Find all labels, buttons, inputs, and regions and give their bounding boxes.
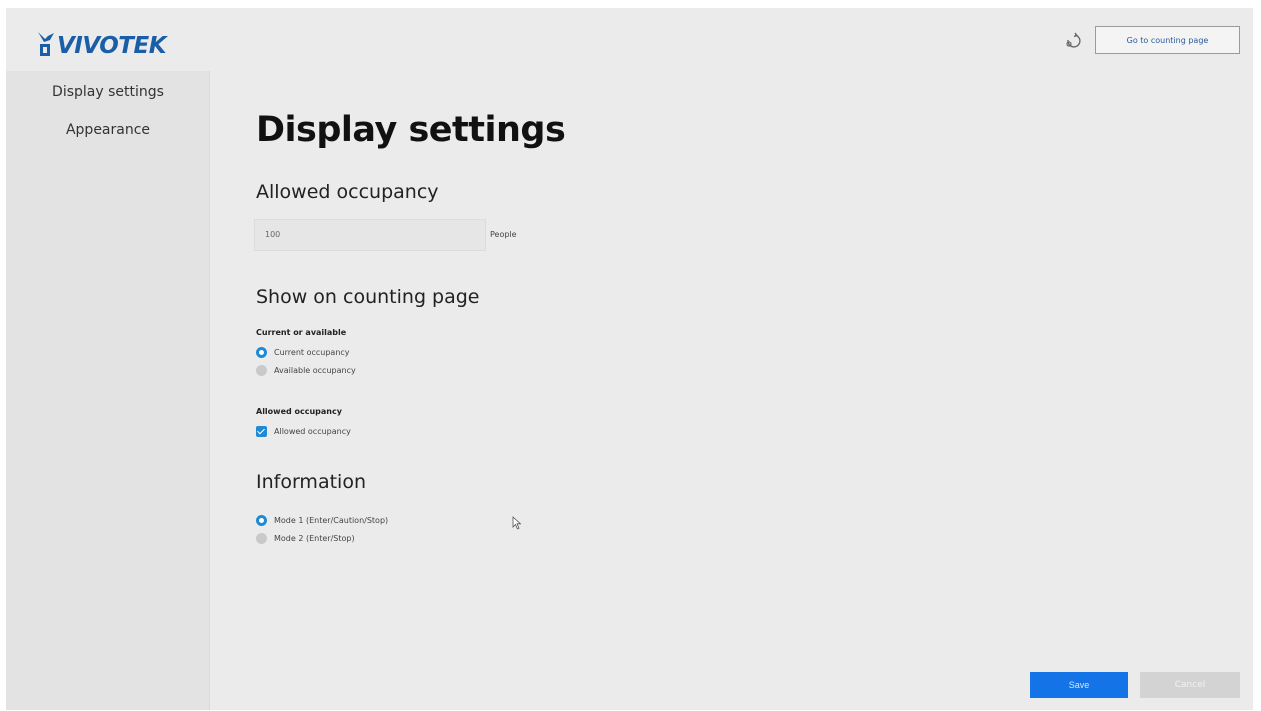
logo-text: VIVOTEK	[57, 33, 167, 59]
current-or-available-label: Current or available	[256, 328, 347, 337]
available-occupancy-radio[interactable]: Available occupancy	[256, 365, 356, 376]
mode-1-radio[interactable]: Mode 1 (Enter/Caution/Stop)	[256, 515, 388, 526]
allowed-occupancy-group-label: Allowed occupancy	[256, 407, 342, 416]
mode-2-label: Mode 2 (Enter/Stop)	[274, 534, 355, 543]
allowed-occupancy-checkbox[interactable]: Allowed occupancy	[256, 426, 351, 437]
save-button[interactable]: Save	[1030, 672, 1128, 698]
sidebar-item-appearance[interactable]: Appearance	[6, 122, 210, 138]
sidebar: Display settings Appearance	[6, 71, 210, 710]
allowed-occupancy-checkbox-label: Allowed occupancy	[274, 427, 351, 436]
mode-1-label: Mode 1 (Enter/Caution/Stop)	[274, 516, 389, 525]
radio-checked-icon	[256, 347, 267, 358]
mode-2-radio[interactable]: Mode 2 (Enter/Stop)	[256, 533, 355, 544]
radio-unchecked-icon	[256, 533, 267, 544]
logo-mark-icon	[38, 32, 54, 56]
allowed-occupancy-input[interactable]: 100	[254, 219, 486, 251]
current-occupancy-label: Current occupancy	[274, 348, 350, 357]
sidebar-item-display-settings[interactable]: Display settings	[6, 84, 210, 100]
cancel-button[interactable]: Cancel	[1140, 672, 1240, 698]
information-heading: Information	[256, 471, 366, 493]
mouse-pointer-icon	[512, 516, 522, 530]
radio-unchecked-icon	[256, 365, 267, 376]
app-frame: VIVOTEK Go to counting page Display sett…	[6, 8, 1253, 710]
available-occupancy-label: Available occupancy	[274, 366, 356, 375]
occupancy-unit-label: People	[490, 230, 517, 239]
vivotek-logo: VIVOTEK	[36, 30, 167, 59]
show-on-counting-heading: Show on counting page	[256, 286, 480, 308]
current-occupancy-radio[interactable]: Current occupancy	[256, 347, 350, 358]
go-to-counting-page-button[interactable]: Go to counting page	[1095, 26, 1240, 54]
refresh-icon[interactable]	[1064, 32, 1082, 50]
checkbox-checked-icon	[256, 426, 267, 437]
allowed-occupancy-heading: Allowed occupancy	[256, 181, 439, 203]
radio-checked-icon	[256, 515, 267, 526]
page-title: Display settings	[256, 110, 566, 150]
